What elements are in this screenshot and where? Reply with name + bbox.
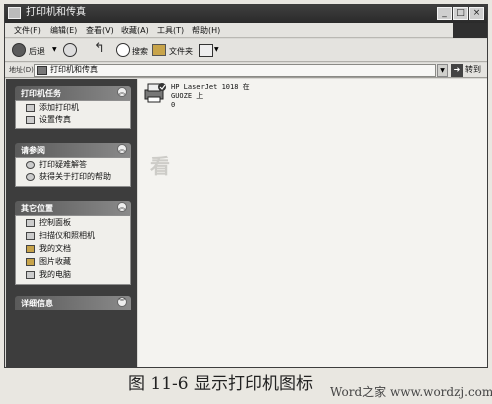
minimize-button[interactable]: _ <box>437 7 452 20</box>
address-label: 地址(D) <box>9 66 34 74</box>
up-folder-icon[interactable]: ↰ <box>94 41 105 56</box>
folder-icon <box>26 258 35 266</box>
menu-favorites[interactable]: 收藏(A) <box>121 25 149 36</box>
views-icon[interactable] <box>199 44 213 57</box>
address-dropdown-icon[interactable]: ▼ <box>437 64 448 77</box>
place-my-computer[interactable]: 我的电脑 <box>39 270 71 280</box>
printer-name-line2: GUOZE 上 <box>171 92 204 100</box>
menu-tools[interactable]: 工具(T) <box>157 25 184 36</box>
details-title: 详细信息 <box>21 299 53 308</box>
search-button-label[interactable]: 搜索 <box>132 46 148 57</box>
windows-flag-icon <box>453 23 487 38</box>
place-control-panel[interactable]: 控制面板 <box>39 218 71 228</box>
figure-caption: 图 11-6 显示打印机图标 <box>128 374 313 394</box>
menu-edit[interactable]: 编辑(E) <box>50 25 77 36</box>
maximize-button[interactable]: □ <box>453 7 468 20</box>
menu-help[interactable]: 帮助(H) <box>192 25 220 36</box>
printer-folder-icon <box>8 7 21 19</box>
back-arrow-icon[interactable] <box>12 43 26 57</box>
folders-icon[interactable] <box>152 44 166 56</box>
task-print-troubleshoot[interactable]: 打印疑难解答 <box>39 160 87 170</box>
content-pane <box>138 79 487 367</box>
camera-icon <box>26 232 35 240</box>
folder-icon <box>26 245 35 253</box>
fax-icon <box>26 116 35 124</box>
help-icon <box>26 161 35 169</box>
task-add-printer[interactable]: 添加打印机 <box>39 103 79 113</box>
menu-file[interactable]: 文件(F) <box>14 25 41 36</box>
add-printer-icon <box>26 104 35 112</box>
close-button[interactable]: × <box>469 7 484 20</box>
place-my-documents[interactable]: 我的文档 <box>39 244 71 254</box>
folders-button-label[interactable]: 文件夹 <box>169 46 193 57</box>
task-setup-fax[interactable]: 设置传真 <box>39 115 71 125</box>
printer-tasks-title: 打印机任务 <box>21 89 61 98</box>
printer-job-count: 0 <box>171 101 176 109</box>
task-print-help[interactable]: 获得关于打印的帮助 <box>39 172 111 182</box>
printer-folder-small-icon <box>37 66 47 75</box>
place-my-pictures[interactable]: 图片收藏 <box>39 257 71 267</box>
other-places-title: 其它位置 <box>21 204 53 213</box>
back-button-label[interactable]: 后退 <box>29 46 45 57</box>
go-button-label[interactable]: 转到 <box>465 65 481 75</box>
address-value[interactable]: 打印机和传真 <box>50 65 98 75</box>
computer-icon <box>26 271 35 279</box>
back-dropdown-icon[interactable]: ▼ <box>52 46 57 53</box>
control-panel-icon <box>26 219 35 227</box>
printer-name-line1: HP LaserJet 1018 在 <box>171 83 250 91</box>
toolbar <box>5 39 487 62</box>
forward-arrow-icon[interactable] <box>63 43 77 57</box>
menu-view[interactable]: 查看(V) <box>86 25 114 36</box>
window-title: 打印机和传真 <box>26 7 86 18</box>
collapse-chevron-icon[interactable]: ︽ <box>117 87 127 97</box>
see-also-title: 请参阅 <box>21 146 45 155</box>
expand-chevron-icon[interactable]: ︾ <box>117 297 127 307</box>
printer-icon[interactable] <box>143 82 167 104</box>
help-icon <box>26 173 35 181</box>
place-scanners-cameras[interactable]: 扫描仪和照相机 <box>39 231 95 241</box>
site-watermark: Word之家 www.wordzj.com <box>330 385 492 399</box>
printer-label[interactable]: HP LaserJet 1018 在 GUOZE 上 0 <box>171 83 250 110</box>
menu-bar <box>5 23 487 38</box>
go-arrow-icon[interactable]: ➜ <box>451 64 463 77</box>
views-dropdown-icon[interactable]: ▼ <box>214 46 219 53</box>
collapse-chevron-icon[interactable]: ︽ <box>117 144 127 154</box>
bleed-through: 看 <box>150 154 170 178</box>
search-icon[interactable] <box>116 43 130 57</box>
collapse-chevron-icon[interactable]: ︽ <box>117 202 127 212</box>
